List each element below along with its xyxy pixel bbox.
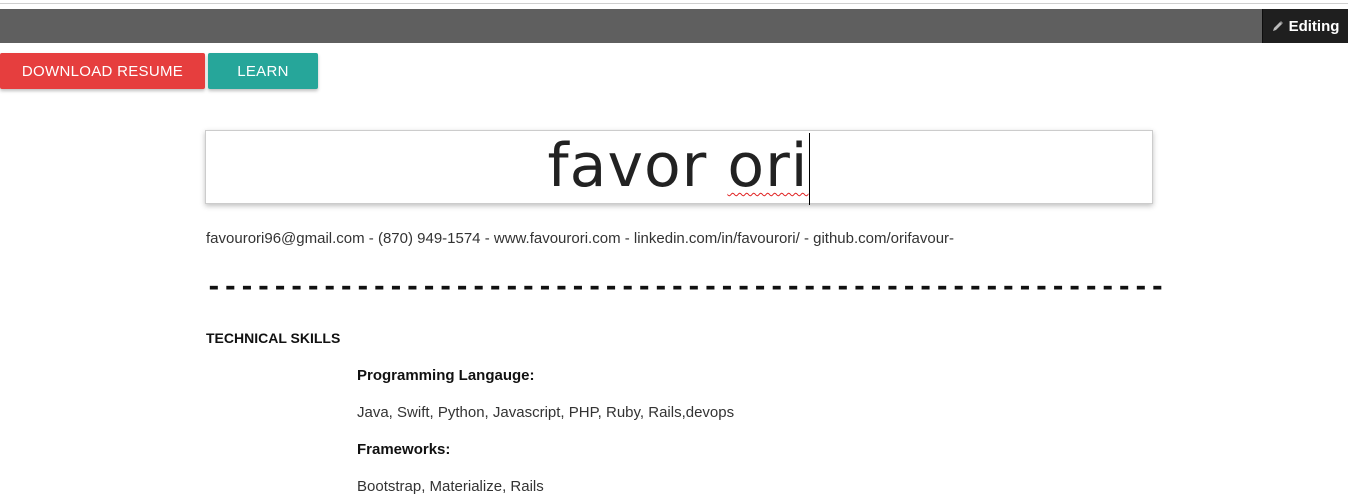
contact-info: favourori96@gmail.com - (870) 949-1574 -…: [206, 230, 955, 247]
name-input[interactable]: favor ori: [205, 129, 1153, 206]
learn-button[interactable]: LEARN: [208, 53, 318, 89]
skill-label-programming: Programming Langauge:: [357, 367, 535, 384]
name-text: favor ori: [547, 129, 811, 206]
pencil-icon: [1272, 20, 1284, 32]
browser-top-edge: [0, 0, 1348, 4]
section-title-technical-skills: TECHNICAL SKILLS: [206, 330, 341, 346]
editing-mode-badge[interactable]: Editing: [1262, 9, 1348, 43]
skill-label-frameworks: Frameworks:: [357, 441, 451, 458]
name-misspelled-part: ori: [727, 130, 809, 201]
name-first-part: favor: [547, 130, 728, 201]
editor-toolbar: [0, 9, 1348, 43]
skill-value-programming: Java, Swift, Python, Javascript, PHP, Ru…: [357, 404, 735, 421]
skill-value-frameworks: Bootstrap, Materialize, Rails: [357, 478, 544, 495]
text-caret: [809, 133, 811, 206]
editing-label: Editing: [1288, 17, 1340, 35]
section-divider: ----------------------------------------…: [206, 272, 1167, 302]
download-resume-button[interactable]: DOWNLOAD RESUME: [0, 53, 205, 89]
